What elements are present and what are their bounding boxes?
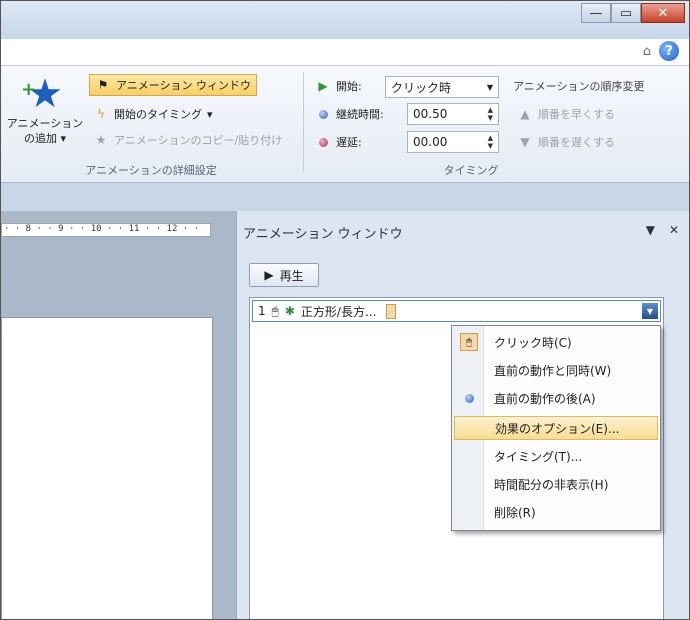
separator	[303, 72, 304, 172]
menu-item-label: 時間配分の非表示(H)	[494, 477, 609, 492]
play-button[interactable]: ▶ 再生	[249, 263, 319, 287]
close-icon: ✕	[657, 5, 669, 21]
start-label: 開始:	[336, 80, 362, 93]
item-number: 1	[258, 304, 266, 318]
horizontal-ruler[interactable]: · · 8 · · 9 · · 10 · · 11 · · 12 · ·	[1, 223, 211, 237]
group-label-timing: タイミング	[443, 164, 499, 177]
pane-menu-icon[interactable]: ▼	[646, 223, 655, 237]
reorder-title-label: アニメーションの順序変更	[513, 80, 645, 93]
animation-pane-label: アニメーション ウィンドウ	[116, 79, 252, 92]
move-later-label: 順番を遅くする	[538, 136, 615, 149]
reorder-title: アニメーションの順序変更	[513, 78, 645, 94]
delay-value: 00.00	[413, 135, 448, 149]
group-label-advanced: アニメーションの詳細設定	[85, 164, 217, 177]
play-icon: ▶	[264, 268, 274, 282]
move-earlier-button[interactable]: ▲ 順番を早くする	[517, 106, 615, 122]
arrow-down-icon: ▼	[520, 135, 530, 149]
painter-icon: ★	[95, 133, 107, 147]
menu-item-label: 削除(R)	[494, 505, 536, 520]
menu-item-label: タイミング(T)...	[494, 449, 583, 464]
item-dropdown-icon[interactable]: ▼	[642, 303, 658, 319]
chevron-down-icon: ▼	[486, 82, 493, 92]
ribbon-bottom-bar	[1, 183, 689, 211]
clock-icon	[454, 393, 484, 403]
animation-pane-icon: ⚑	[97, 78, 109, 92]
menu-item-remove[interactable]: 削除(R)	[454, 500, 658, 524]
slide-canvas[interactable]	[1, 317, 213, 619]
move-earlier-label: 順番を早くする	[538, 108, 615, 121]
menu-item-timing[interactable]: タイミング(T)...	[454, 444, 658, 468]
delay-stepper[interactable]: ▲ ▼	[488, 134, 493, 150]
mouse-click-icon: 🖱	[454, 333, 484, 351]
title-bar: — ▭ ✕	[1, 1, 689, 39]
start-row: ▶ 開始:	[315, 78, 362, 94]
start-dropdown[interactable]: クリック時 ▼	[385, 76, 499, 98]
add-animation-button[interactable]: ★ + アニメーション の追加 ▾	[5, 72, 85, 164]
trigger-button[interactable]: ϟ 開始のタイミング ▾	[93, 106, 213, 122]
play-icon: ▶	[318, 79, 328, 93]
add-animation-label-line1: アニメーション	[6, 117, 84, 130]
mouse-icon: 🖱	[271, 303, 279, 318]
minimize-button[interactable]: —	[581, 3, 611, 23]
duration-stepper[interactable]: ▲ ▼	[488, 106, 493, 122]
delay-label: 遅延:	[336, 136, 362, 149]
trigger-label: 開始のタイミング	[114, 108, 202, 121]
menu-item-label: 直前の動作と同時(W)	[494, 363, 612, 378]
close-window-button[interactable]: ✕	[641, 3, 685, 23]
duration-input[interactable]: 00.50 ▲ ▼	[407, 103, 499, 125]
duration-row: 継続時間:	[315, 106, 384, 122]
pane-controls: ▼ ✕	[646, 223, 679, 237]
menu-item-label: クリック時(C)	[494, 335, 572, 350]
timing-bar	[386, 303, 397, 319]
duration-value: 00.50	[413, 107, 448, 121]
animation-context-menu: 🖱 クリック時(C) 直前の動作と同時(W) 直前の動作の後(A) 効果のオプシ…	[451, 325, 661, 531]
clock-icon	[315, 106, 331, 122]
restore-icon: ▭	[619, 5, 633, 21]
item-name: 正方形/長方...	[300, 304, 377, 319]
delay-row: 遅延:	[315, 134, 362, 150]
arrow-up-icon: ▲	[520, 107, 530, 121]
play-label: 再生	[279, 268, 304, 283]
add-animation-label: アニメーション の追加 ▾	[7, 116, 84, 146]
duration-label: 継続時間:	[336, 108, 384, 121]
add-animation-label-line2: の追加 ▾	[23, 132, 67, 145]
lightning-icon: ϟ	[97, 107, 105, 121]
star-icon: ★ +	[21, 72, 63, 116]
menu-item-hide-timeline[interactable]: 時間配分の非表示(H)	[454, 472, 658, 496]
start-value: クリック時	[391, 80, 452, 95]
help-row: ⌂ ?	[643, 41, 679, 61]
help-icon[interactable]: ?	[659, 41, 679, 61]
animation-pane-button[interactable]: ⚑ アニメーション ウィンドウ	[89, 74, 258, 96]
pane-close-icon[interactable]: ✕	[669, 223, 679, 237]
animation-list-item[interactable]: 1 🖱 ✱ 正方形/長方... ▼	[252, 300, 661, 322]
restore-button[interactable]: ▭	[611, 3, 641, 23]
minimize-ribbon-icon[interactable]: ⌂	[643, 44, 651, 59]
delay-clock-icon	[315, 134, 331, 150]
slide-workspace: · · 8 · · 9 · · 10 · · 11 · · 12 · ·	[1, 211, 236, 619]
minimize-icon: —	[589, 5, 603, 21]
pane-title: アニメーション ウィンドウ	[243, 227, 403, 242]
plus-icon: +	[21, 79, 37, 100]
chevron-down-icon: ▾	[207, 107, 213, 121]
window-controls: — ▭ ✕	[581, 3, 685, 25]
menu-item-label: 効果のオプション(E)...	[495, 421, 620, 436]
powerpoint-window: — ▭ ✕ ⌂ ? ★ + アニメーション の追加 ▾ ⚑ アニメーション ウィン…	[0, 0, 690, 620]
delay-input[interactable]: 00.00 ▲ ▼	[407, 131, 499, 153]
menu-item-after-previous[interactable]: 直前の動作の後(A)	[454, 386, 658, 410]
menu-item-on-click[interactable]: 🖱 クリック時(C)	[454, 330, 658, 354]
ribbon: ★ + アニメーション の追加 ▾ ⚑ アニメーション ウィンドウ ϟ 開始のタイ…	[1, 65, 689, 183]
animation-painter-label: アニメーションのコピー/貼り付け	[114, 134, 283, 147]
menu-item-effect-options[interactable]: 効果のオプション(E)...	[454, 416, 658, 440]
animation-painter-button[interactable]: ★ アニメーションのコピー/貼り付け	[93, 132, 283, 148]
menu-item-label: 直前の動作の後(A)	[494, 391, 596, 406]
move-later-button[interactable]: ▼ 順番を遅くする	[517, 134, 615, 150]
menu-item-with-previous[interactable]: 直前の動作と同時(W)	[454, 358, 658, 382]
star-effect-icon: ✱	[284, 304, 295, 318]
